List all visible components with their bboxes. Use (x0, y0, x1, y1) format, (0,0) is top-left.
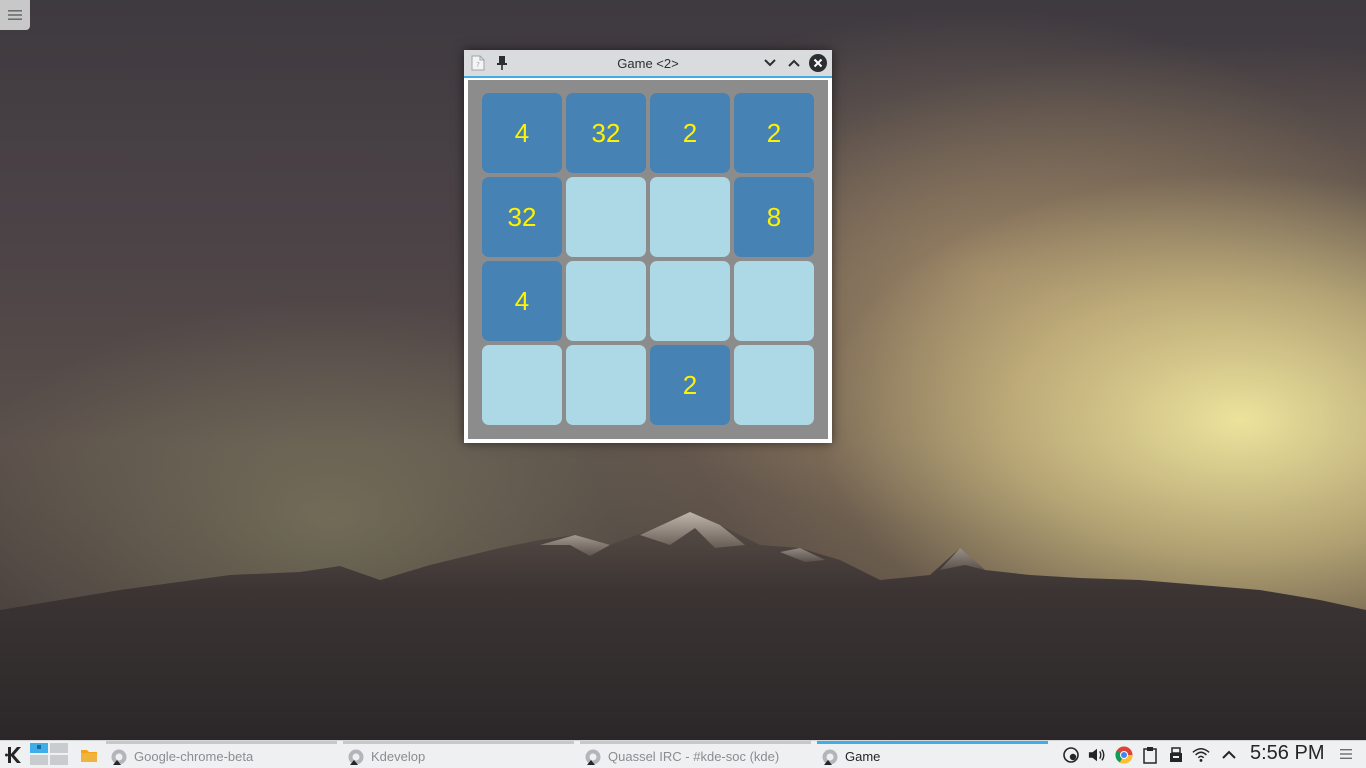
kde-logo-icon (5, 747, 21, 763)
hamburger-menu-icon (1340, 749, 1352, 759)
virtual-desktop-pager[interactable] (30, 742, 70, 766)
minimize-button[interactable] (760, 53, 780, 73)
tile-r4-c3: 2 (650, 345, 730, 425)
tray-volume[interactable] (1088, 746, 1106, 764)
desktop-toolbox-button[interactable] (0, 0, 30, 30)
quassel-task-icon (584, 748, 602, 766)
wifi-icon (1192, 747, 1210, 762)
tile-r3-c1: 4 (482, 261, 562, 341)
taskbar-panel: Google-chrome-beta Kdevelop Quassel IRC - … (0, 740, 1366, 768)
tray-chrome[interactable] (1115, 746, 1133, 764)
tile-r4-c1 (482, 345, 562, 425)
tile-r3-c2 (566, 261, 646, 341)
close-button[interactable] (808, 53, 828, 73)
tile-r1-c2: 32 (566, 93, 646, 173)
chevron-down-icon (764, 59, 776, 67)
tray-expander[interactable] (1220, 746, 1238, 764)
game-task-icon (821, 748, 839, 766)
chevron-up-icon (1222, 750, 1236, 759)
tray-device-notifier[interactable] (1167, 746, 1185, 764)
tile-r2-c3 (650, 177, 730, 257)
taskbar-task-label: Google-chrome-beta (134, 749, 254, 764)
taskbar-task-label: Quassel IRC - #kde-soc (kde) (608, 749, 780, 764)
digital-clock[interactable]: 5:56 PM (1250, 742, 1324, 765)
tile-r2-c2 (566, 177, 646, 257)
hamburger-menu-icon (8, 10, 22, 20)
clipboard-icon (1143, 747, 1157, 764)
chrome-icon (1115, 746, 1133, 764)
taskbar-task-label: Game (845, 749, 881, 764)
close-icon (809, 54, 827, 72)
chrome-task-icon (110, 748, 128, 766)
tile-r1-c4: 2 (734, 93, 814, 173)
tray-network[interactable] (1192, 746, 1210, 764)
tile-r2-c4: 8 (734, 177, 814, 257)
taskbar-task-2[interactable]: Kdevelop (343, 741, 574, 768)
maximize-button[interactable] (784, 53, 804, 73)
tile-r4-c4 (734, 345, 814, 425)
application-launcher[interactable] (4, 744, 26, 766)
taskbar-task-4[interactable]: Game (817, 741, 1048, 768)
taskbar-task-1[interactable]: Google-chrome-beta (106, 741, 337, 768)
panel-settings-button[interactable] (1339, 747, 1353, 761)
tile-r3-c4 (734, 261, 814, 341)
pager-desktop-2[interactable] (50, 743, 68, 753)
folder-icon (81, 750, 97, 762)
tray-notifications[interactable] (1062, 746, 1080, 764)
pager-desktop-3[interactable] (30, 755, 48, 765)
tile-r4-c2 (566, 345, 646, 425)
taskbar-task-3[interactable]: Quassel IRC - #kde-soc (kde) (580, 741, 811, 768)
tile-r1-c1: 4 (482, 93, 562, 173)
game-board[interactable]: 4 32 2 2 32 8 4 2 (468, 80, 828, 439)
pager-window-marker (37, 745, 41, 749)
pager-desktop-4[interactable] (50, 755, 68, 765)
notifications-icon (1063, 747, 1079, 763)
file-manager-launcher[interactable] (79, 746, 99, 764)
tray-clipboard[interactable] (1141, 746, 1159, 764)
chevron-up-icon (788, 59, 800, 67)
kdevelop-task-icon (347, 748, 365, 766)
volume-icon (1088, 748, 1105, 762)
device-notifier-icon (1170, 747, 1182, 762)
tile-r3-c3 (650, 261, 730, 341)
window-content: 4 32 2 2 32 8 4 2 (464, 78, 832, 443)
taskbar-task-label: Kdevelop (371, 749, 426, 764)
tile-r2-c1: 32 (482, 177, 562, 257)
window-titlebar[interactable]: ? Game <2> (464, 50, 832, 78)
game-window: ? Game <2> 4 32 2 2 32 8 4 2 (464, 50, 832, 443)
tile-r1-c3: 2 (650, 93, 730, 173)
